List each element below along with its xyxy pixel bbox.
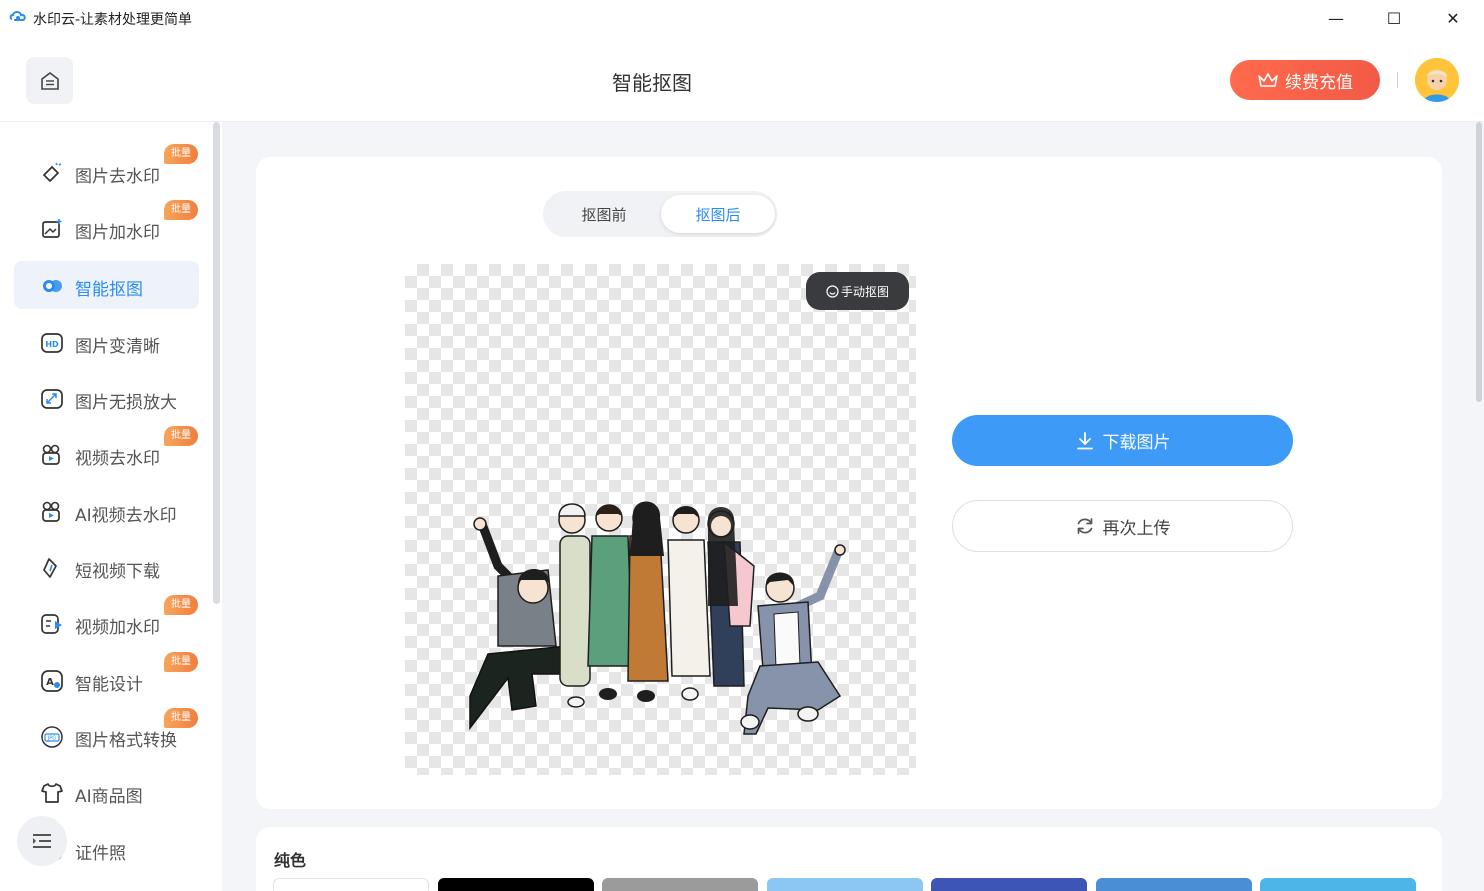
smile-icon	[826, 284, 839, 298]
tab-before-cutout[interactable]: 抠图前	[547, 195, 661, 233]
color-swatch-light-blue[interactable]	[767, 878, 923, 891]
page-title: 智能抠图	[612, 71, 692, 95]
maximize-button[interactable]: ☐	[1365, 0, 1423, 36]
user-avatar[interactable]	[1415, 58, 1459, 102]
sidebar-item-ai-video-remove-watermark[interactable]: AI视频去水印	[14, 487, 199, 535]
batch-badge: 批量	[164, 595, 198, 615]
cutout-icon	[43, 280, 62, 292]
sidebar-item-smart-cutout[interactable]: 智能抠图	[14, 261, 199, 309]
eraser-icon	[42, 162, 62, 183]
batch-badge: 批量	[164, 200, 198, 220]
app-logo-icon	[9, 11, 26, 21]
hd-icon: HD	[41, 333, 63, 353]
sidebar-scrollbar[interactable]	[213, 122, 220, 604]
refresh-icon	[1077, 518, 1092, 534]
minimize-button[interactable]: —	[1307, 0, 1365, 36]
jpg-icon: JPG	[41, 726, 63, 748]
batch-badge: 批量	[164, 652, 198, 672]
home-icon	[40, 71, 59, 90]
avatar-icon	[1415, 58, 1459, 102]
main-scrollbar[interactable]	[1476, 122, 1482, 402]
menu-collapse-icon	[33, 834, 51, 848]
ai-video-icon	[42, 501, 60, 522]
app-header: 智能抠图 续费充值	[0, 36, 1484, 122]
sidebar-item-format-convert[interactable]: JPG 图片格式转换 批量	[14, 708, 199, 760]
batch-badge: 批量	[164, 708, 198, 728]
color-swatch-gray[interactable]	[602, 878, 758, 891]
before-after-toggle: 抠图前 抠图后	[543, 191, 777, 237]
header-divider	[1397, 72, 1398, 88]
sidebar: 图片去水印 批量 图片加水印 批量 智能抠图 HD 图片变清晰 图片无损放大 视…	[0, 122, 222, 891]
home-button[interactable]	[26, 57, 73, 104]
batch-badge: 批量	[164, 144, 198, 164]
color-swatch-black[interactable]	[438, 878, 594, 891]
manual-cutout-button[interactable]: 手动抠图	[806, 272, 909, 310]
sidebar-item-video-add-watermark[interactable]: 视频加水印 批量	[14, 595, 199, 647]
renew-vip-button[interactable]: 续费充值	[1230, 60, 1380, 100]
sidebar-item-ai-product-image[interactable]: AI商品图	[14, 768, 199, 816]
sidebar-item-add-watermark[interactable]: 图片加水印 批量	[14, 200, 199, 252]
solid-color-title: 纯色	[274, 851, 307, 870]
video-add-icon	[41, 614, 62, 634]
shirt-icon	[41, 783, 63, 803]
sidebar-item-smart-design[interactable]: A 智能设计 批量	[14, 652, 199, 704]
close-button[interactable]: ✕	[1424, 0, 1482, 36]
sidebar-item-short-video-download[interactable]: 短视频下载	[14, 543, 199, 591]
reupload-button[interactable]: 再次上传	[952, 500, 1293, 552]
crown-icon	[1258, 73, 1278, 87]
color-swatch-blue[interactable]	[1096, 878, 1252, 891]
svg-text:JPG: JPG	[47, 736, 56, 742]
enlarge-icon	[41, 389, 63, 409]
sidebar-item-upscale[interactable]: 图片无损放大	[14, 374, 199, 422]
color-swatch-white[interactable]	[273, 878, 429, 891]
sidebar-item-remove-watermark[interactable]: 图片去水印 批量	[14, 144, 199, 196]
color-swatch-dark-blue[interactable]	[931, 878, 1087, 891]
collapse-sidebar-button[interactable]	[17, 816, 67, 866]
color-swatch-sky-blue[interactable]	[1260, 878, 1416, 891]
image-add-icon	[42, 219, 62, 238]
video-eraser-icon	[42, 444, 60, 465]
design-icon: A	[41, 670, 63, 692]
batch-badge: 批量	[164, 426, 198, 446]
download-icon	[1076, 431, 1093, 449]
cutout-result-image	[469, 501, 846, 735]
link-download-icon	[43, 558, 57, 578]
tab-after-cutout[interactable]: 抠图后	[661, 195, 775, 233]
svg-text:HD: HD	[45, 340, 59, 349]
sidebar-item-enhance[interactable]: HD 图片变清晰	[14, 318, 199, 366]
title-bar: 水印云-让素材处理更简单 — ☐ ✕	[0, 0, 1484, 36]
sidebar-item-video-remove-watermark[interactable]: 视频去水印 批量	[14, 426, 199, 478]
download-image-button[interactable]: 下载图片	[952, 415, 1293, 466]
svg-text:A: A	[46, 677, 54, 688]
app-title: 水印云-让素材处理更简单	[33, 12, 193, 28]
